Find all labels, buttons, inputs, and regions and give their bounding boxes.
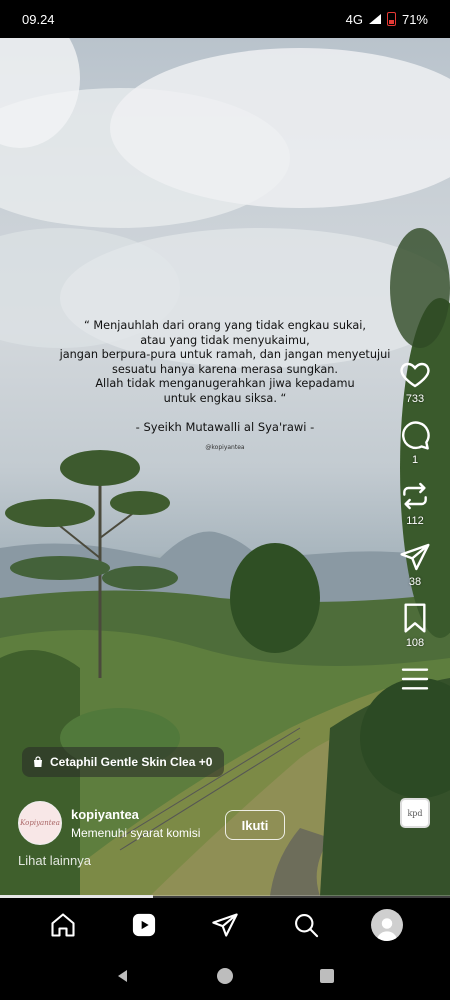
heart-icon: [400, 362, 430, 388]
creator-avatar[interactable]: Kopiyantea: [18, 801, 62, 845]
save-button[interactable]: 108: [399, 602, 431, 649]
quote-line: Allah tidak menganugerahkan jiwa kepadam…: [95, 377, 355, 390]
send-icon: [400, 543, 430, 571]
quote-text-overlay: “ Menjauhlah dari orang yang tidak engka…: [50, 319, 400, 455]
status-bar: 09.24 4G 71%: [0, 0, 450, 38]
action-rail: 733 1 112 38 108: [392, 358, 438, 709]
product-tag-label: Cetaphil Gentle Skin Clea +0: [50, 755, 213, 769]
nav-search[interactable]: [284, 903, 328, 947]
shopping-bag-icon: [34, 756, 42, 767]
nav-direct[interactable]: [203, 903, 247, 947]
save-count: 108: [405, 637, 425, 649]
quote-author: - Syeikh Mutawalli al Sya'rawi -: [135, 420, 315, 434]
creator-info: Kopiyantea kopiyantea Memenuhi syarat ko…: [18, 801, 200, 845]
bookmark-icon: [404, 603, 426, 633]
system-back-button[interactable]: [108, 961, 138, 991]
creator-username[interactable]: kopiyantea: [71, 807, 200, 822]
bottom-nav: [0, 898, 450, 952]
product-tag[interactable]: Cetaphil Gentle Skin Clea +0: [22, 747, 225, 777]
search-icon: [295, 914, 319, 938]
profile-avatar: [371, 909, 404, 941]
direct-send-icon: [212, 913, 238, 937]
creator-text: kopiyantea Memenuhi syarat komisi: [71, 807, 200, 840]
nav-home[interactable]: [41, 903, 85, 947]
system-recents-button[interactable]: [312, 961, 342, 991]
like-button[interactable]: 733: [399, 358, 431, 405]
system-nav-bar: [0, 952, 450, 1000]
more-options-button[interactable]: [399, 663, 431, 695]
comment-icon: [402, 421, 430, 450]
quote-line: untuk engkau siksa. “: [163, 391, 287, 405]
quote-line: sesuatu hanya karena merasa sungkan.: [111, 362, 339, 376]
battery-icon: [386, 12, 396, 26]
see-more-link[interactable]: Lihat lainnya: [18, 853, 91, 868]
network-type: 4G: [345, 11, 363, 27]
quote-line: jangan berpura-pura untuk ramah, dan jan…: [59, 348, 391, 361]
follow-button[interactable]: Ikuti: [225, 810, 285, 840]
status-indicators: 4G 71%: [346, 12, 428, 27]
watermark: @kopiyantea: [205, 443, 245, 451]
repost-icon: [403, 482, 427, 510]
comment-count: 1: [411, 454, 419, 466]
home-icon: [51, 913, 75, 937]
share-count: 38: [408, 576, 422, 588]
audio-thumbnail[interactable]: kpd: [400, 798, 430, 828]
share-button[interactable]: 38: [399, 541, 431, 588]
comment-button[interactable]: 1: [399, 419, 431, 466]
battery-level: 71%: [401, 11, 428, 27]
status-time: 09.24: [22, 11, 55, 27]
quote-line: “ Menjauhlah dari orang yang tidak engka…: [83, 319, 367, 332]
creator-subtitle: Memenuhi syarat komisi: [71, 825, 201, 840]
repost-button[interactable]: 112: [399, 480, 431, 527]
default-user-icon: [376, 918, 398, 941]
recents-square-icon: [320, 969, 334, 983]
nav-profile[interactable]: [365, 903, 409, 947]
reels-icon: [132, 913, 155, 937]
signal-icon: [368, 14, 381, 24]
quote-line: atau yang tidak menyukaimu,: [140, 333, 310, 347]
home-circle-icon: [217, 968, 233, 984]
system-home-button[interactable]: [210, 961, 240, 991]
back-triangle-icon: [118, 970, 127, 982]
nav-reels[interactable]: [122, 903, 166, 947]
repost-count: 112: [406, 515, 424, 527]
more-lines-icon: [401, 668, 429, 690]
like-count: 733: [405, 393, 425, 405]
